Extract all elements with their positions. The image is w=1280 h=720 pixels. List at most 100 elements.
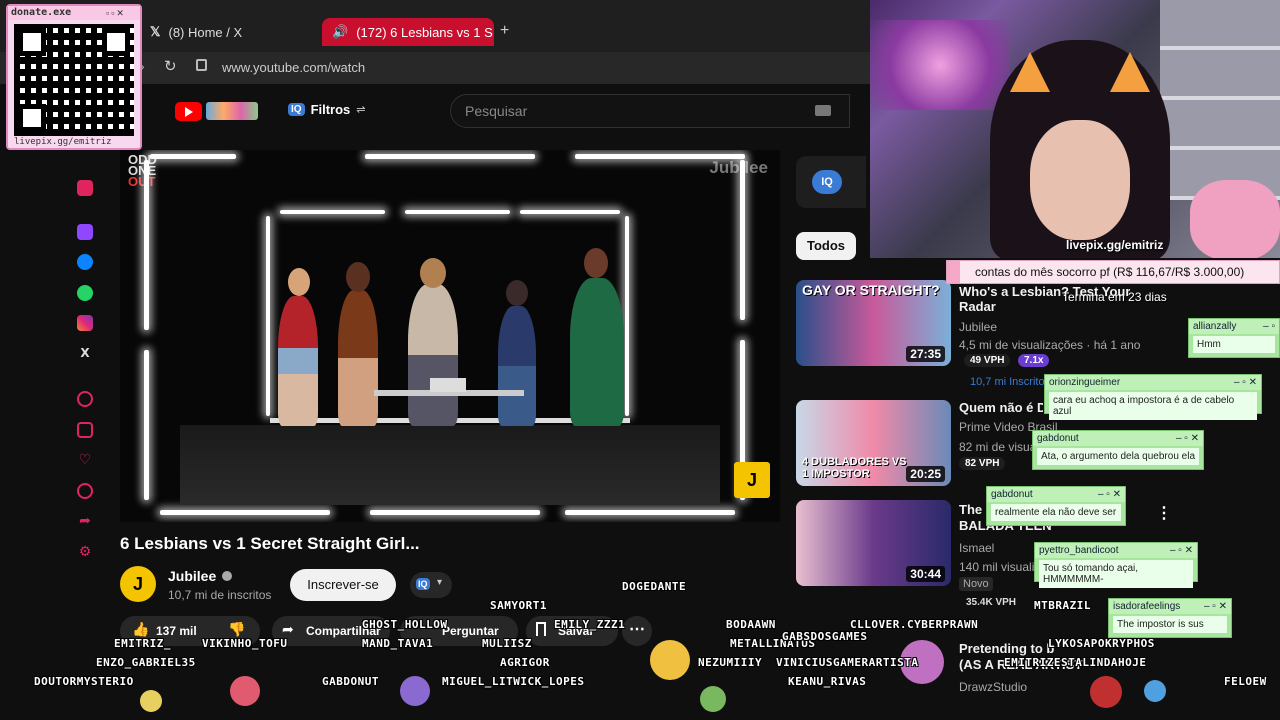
twitch-icon[interactable]	[77, 224, 93, 240]
pokemon-sprite	[700, 686, 726, 712]
iq-icon: IQ	[288, 103, 305, 116]
messenger-icon[interactable]	[77, 254, 93, 270]
light-bar	[160, 510, 330, 515]
recommendation-channel[interactable]: Jubilee	[959, 320, 997, 334]
outlier-badge: 7.1x	[1018, 354, 1050, 367]
video-duration: 20:25	[906, 466, 945, 482]
video-player[interactable]: ODD ONE OUT Jubilee J	[120, 150, 780, 522]
tab-label: (172) 6 Lesbians vs 1 S	[356, 24, 493, 40]
chat-text: Tou só tomando açai, HMMMMMM-	[1039, 560, 1193, 588]
recommendation-thumbnail[interactable]: 4 DUBLADORES VS 1 IMPOSTOR 20:25	[796, 400, 951, 486]
window-controls-icon[interactable]: – ▫ ✕	[1204, 599, 1227, 614]
share-icon[interactable]: ➦	[77, 513, 93, 529]
video-duration: 27:35	[906, 346, 945, 362]
url-field[interactable]: www.youtube.com/watch	[222, 60, 365, 75]
reload-icon[interactable]: ↻	[164, 57, 177, 75]
extension-icons[interactable]	[206, 102, 258, 120]
person-head	[420, 258, 446, 288]
instagram-icon[interactable]	[77, 315, 93, 331]
chatter-name: AGRIGOR	[500, 656, 550, 669]
chatter-name: VINICIUSGAMERARTISTA	[776, 656, 919, 669]
light-bar	[405, 210, 510, 214]
video-duration: 30:44	[906, 566, 945, 582]
more-options-icon[interactable]: ⋮	[1156, 503, 1172, 523]
keyboard-icon[interactable]	[815, 105, 831, 116]
window-controls-icon[interactable]: – ▫ ✕	[1234, 375, 1257, 390]
chatter-name: EMITRIZESTALINDAHOJE	[1004, 656, 1147, 669]
thumbs-down-icon[interactable]: 👎	[228, 622, 245, 638]
search-placeholder: Pesquisar	[465, 103, 528, 119]
pokemon-sprite	[400, 676, 430, 706]
filters-button[interactable]: IQ Filtros ⇌	[288, 102, 366, 117]
tab-x-home[interactable]: 𝕏 (8) Home / X	[140, 18, 310, 46]
person-head	[584, 248, 608, 278]
social-sidebar: X ♡ ➦ ⚙	[72, 138, 98, 578]
window-controls-icon[interactable]: – ▫ ✕	[1098, 487, 1121, 502]
x-logo-icon: 𝕏	[150, 24, 161, 39]
chevron-down-icon: ▾	[437, 577, 443, 588]
new-tab-button[interactable]: +	[500, 22, 509, 40]
recommendation-title[interactable]: Quem não é D	[959, 400, 1043, 415]
tab-youtube-video[interactable]: 🔊 (172) 6 Lesbians vs 1 S	[322, 18, 494, 46]
mastodon-icon[interactable]	[77, 180, 93, 196]
recommendation-title[interactable]: Radar	[959, 299, 996, 314]
chat-user: orionzingueimer	[1049, 377, 1121, 388]
table-box	[430, 378, 466, 392]
thumbs-up-icon[interactable]: 👍	[132, 622, 149, 638]
chat-message: pyettro_bandicoot – ▫ ✕ Tou só tomando aç…	[1034, 542, 1198, 588]
settings-icon[interactable]: ⚙	[77, 544, 93, 560]
vph-badge: 82 VPH	[959, 457, 1006, 470]
jubilee-watermark: Jubilee	[709, 158, 768, 177]
chip-all[interactable]: Todos	[796, 232, 856, 260]
light-bar	[565, 510, 735, 515]
iq-panel[interactable]: IQ	[796, 156, 866, 208]
recommendation-thumbnail[interactable]: 30:44	[796, 500, 951, 586]
channel-avatar[interactable]: J	[120, 566, 156, 602]
chatter-name: LYKOSAPOKRYPHOS	[1048, 637, 1155, 650]
window-controls-icon[interactable]: ▫▫✕	[106, 8, 126, 19]
chatter-name: MULIISZ	[482, 637, 532, 650]
recommendation-views: 4,5 mi de visualizações · há 1 ano	[959, 338, 1141, 352]
sliders-icon: ⇌	[356, 103, 366, 116]
ask-label: Perguntar	[442, 624, 499, 638]
search-input[interactable]: Pesquisar	[450, 94, 850, 128]
donation-goal-bar: contas do mês socorro pf (R$ 116,67/R$ 3…	[946, 260, 1280, 284]
youtube-logo-icon[interactable]	[175, 102, 202, 121]
chatter-name: BODAAWN	[726, 618, 776, 631]
chat-message: allianzally – ▫ Hmm	[1188, 318, 1280, 358]
more-actions-button[interactable]: ⋯	[622, 616, 652, 646]
heart-icon[interactable]: ♡	[77, 452, 93, 468]
recommendation-channel[interactable]: Ismael	[959, 541, 994, 555]
chatter-name: VIKINHO_TOFU	[202, 637, 288, 650]
whatsapp-icon[interactable]	[77, 285, 93, 301]
recommendation-channel[interactable]: DrawzStudio	[959, 680, 1027, 694]
light-bar	[365, 154, 535, 159]
chatter-name: SAMYORT1	[490, 599, 547, 612]
light-bar	[740, 160, 745, 320]
window-controls-icon[interactable]: – ▫	[1263, 319, 1275, 334]
chatter-name: EMITRIZ_	[114, 637, 171, 650]
pokemon-sprite	[650, 640, 690, 680]
tab-label: (8) Home / X	[168, 24, 243, 40]
cam-url: livepix.gg/emitriz	[1066, 238, 1164, 252]
channel-name[interactable]: Jubilee	[168, 568, 216, 584]
neon-light	[870, 20, 1010, 110]
window-controls-icon[interactable]: – ▫ ✕	[1170, 543, 1193, 558]
iq-dropdown-button[interactable]: IQ ▾	[410, 572, 452, 598]
clock-icon[interactable]	[77, 483, 93, 499]
window-controls-icon[interactable]: – ▫ ✕	[1176, 431, 1199, 446]
x-icon[interactable]: X	[77, 345, 93, 361]
recommendation-thumbnail[interactable]: GAY OR STRAIGHT? 27:35	[796, 280, 951, 366]
recommendation-title[interactable]: The	[959, 502, 982, 517]
subscribe-button[interactable]: Inscrever-se	[290, 569, 396, 601]
grid-icon[interactable]	[77, 422, 93, 438]
person-figure	[570, 278, 624, 426]
lock-icon	[196, 59, 207, 71]
play-circle-icon[interactable]	[77, 391, 93, 407]
like-count[interactable]: 137 mil	[156, 624, 197, 638]
chatter-name: EMILY_ZZZ1	[554, 618, 626, 631]
jubilee-corner-logo: J	[734, 462, 770, 498]
chatter-name: NEZUMIIIY	[698, 656, 763, 669]
person-figure	[408, 284, 458, 426]
recommendation-views: 82 mi de visualizações	[959, 440, 1035, 454]
